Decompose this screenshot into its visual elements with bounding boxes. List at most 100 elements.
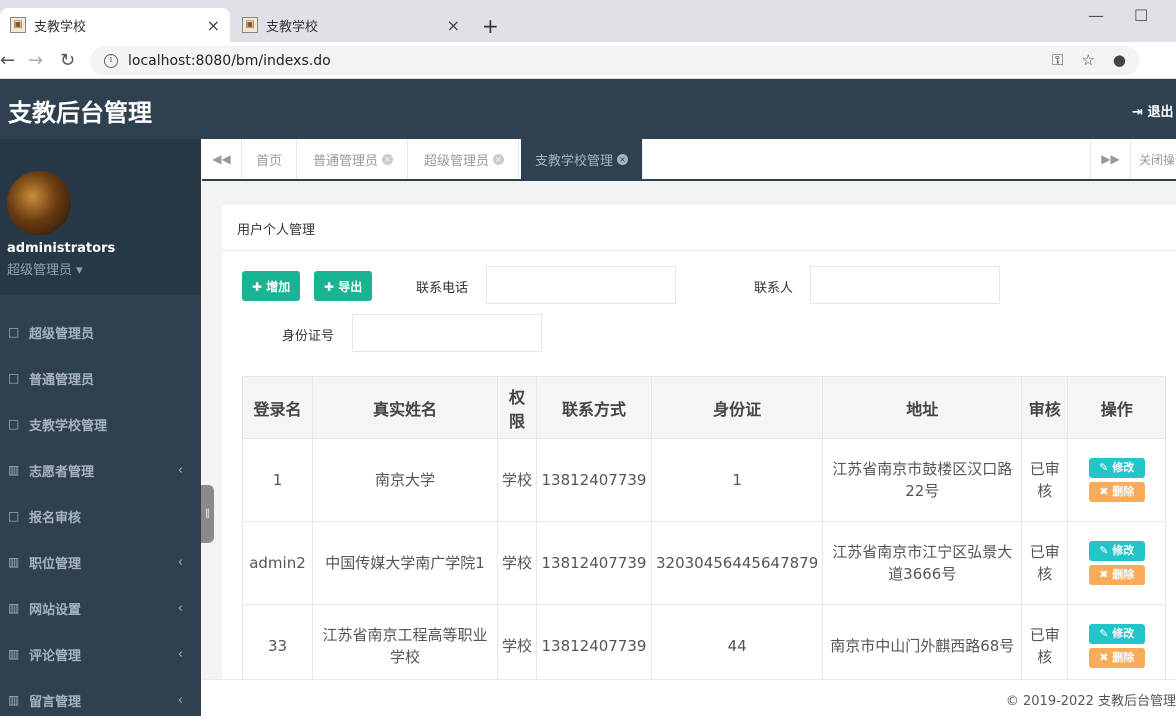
add-button[interactable]: ✚ 增加 bbox=[242, 271, 301, 301]
new-tab-button[interactable]: + bbox=[482, 14, 499, 38]
phone-filter-label: 联系电话 bbox=[416, 281, 469, 296]
sidebar-item-registration-review[interactable]: □ 报名审核 bbox=[0, 493, 201, 539]
site-info-icon[interactable]: i bbox=[104, 53, 118, 68]
account-icon[interactable]: ● bbox=[1113, 51, 1126, 69]
url-field[interactable]: i localhost:8080/bm/indexs.do ⚿ ☆ ● bbox=[90, 46, 1140, 75]
tab-normal-admin[interactable]: 普通管理员 × bbox=[299, 139, 409, 179]
tab-home[interactable]: 首页 bbox=[242, 139, 298, 179]
avatar[interactable] bbox=[7, 171, 71, 235]
column-header[interactable]: 审核 bbox=[1021, 376, 1069, 439]
tab-label: 首页 bbox=[256, 153, 283, 169]
delete-button[interactable]: ✖ 删除 bbox=[1088, 565, 1145, 585]
sidebar-item-label: 网站设置 bbox=[29, 602, 82, 618]
sidebar: administrators 超级管理员 ▾ □ 超级管理员 □ 普通管理员 □… bbox=[0, 139, 201, 716]
app-header: 支教后台管理 ⇥ 退出 bbox=[0, 79, 1176, 139]
school-table: 登录名 真实姓名 权限 联系方式 身份证 地址 审核 操作 1 南京大学 学校 … bbox=[242, 376, 1167, 688]
sidebar-item-label: 留言管理 bbox=[29, 694, 82, 710]
edit-button[interactable]: ✎ 修改 bbox=[1088, 541, 1145, 561]
role-cell: 学校 bbox=[497, 438, 537, 522]
bar-chart-icon: ▥ bbox=[8, 463, 20, 477]
key-icon[interactable]: ⚿ bbox=[1052, 51, 1063, 69]
idcard-filter-input[interactable] bbox=[352, 314, 542, 352]
sidebar-item-normal-admin[interactable]: □ 普通管理员 bbox=[0, 355, 201, 401]
actions-cell: ✎ 修改 ✖ 删除 bbox=[1067, 604, 1167, 688]
login-cell: admin2 bbox=[242, 521, 313, 605]
url-text: localhost:8080/bm/indexs.do bbox=[128, 52, 331, 69]
sidebar-collapse-handle[interactable]: ‖ bbox=[201, 485, 214, 543]
sidebar-item-comment-management[interactable]: ▥ 评论管理 ‹ bbox=[0, 631, 201, 677]
reload-icon[interactable]: ↻ bbox=[60, 50, 75, 71]
close-tab-icon[interactable]: × bbox=[617, 153, 629, 165]
tab-label: 支教学校管理 bbox=[535, 153, 614, 169]
close-tab-icon[interactable]: × bbox=[447, 16, 460, 35]
footer-copyright: © 2019-2022 支教后台管理 bbox=[1005, 694, 1176, 709]
close-tab-icon[interactable]: × bbox=[207, 16, 220, 35]
edit-button[interactable]: ✎ 修改 bbox=[1088, 624, 1145, 644]
tabs-scroll-right-button[interactable]: ▶▶ bbox=[1090, 139, 1130, 179]
logout-label: 退出 bbox=[1147, 105, 1174, 120]
sidebar-item-label: 支教学校管理 bbox=[29, 418, 108, 434]
content-tab-bar: ◀◀ 首页 普通管理员 × 超级管理员 × 支教学校管理 × ▶▶ 关闭操作 bbox=[202, 139, 1176, 181]
delete-button[interactable]: ✖ 删除 bbox=[1088, 648, 1145, 668]
table-row: admin2 中国传媒大学南广学院1 学校 13812407739 320304… bbox=[242, 521, 1167, 605]
logout-button[interactable]: ⇥ 退出 bbox=[1132, 101, 1173, 120]
name-cell: 中国传媒大学南广学院1 bbox=[312, 521, 498, 605]
column-header[interactable]: 登录名 bbox=[242, 376, 313, 439]
close-operations-menu[interactable]: 关闭操作 bbox=[1130, 139, 1176, 179]
sidebar-item-super-admin[interactable]: □ 超级管理员 bbox=[0, 309, 201, 355]
phone-cell: 13812407739 bbox=[536, 438, 652, 522]
forward-icon[interactable]: → bbox=[28, 50, 43, 71]
tab-label: 超级管理员 bbox=[424, 153, 490, 169]
actions-cell: ✎ 修改 ✖ 删除 bbox=[1067, 438, 1167, 522]
export-button[interactable]: ✚ 导出 bbox=[314, 271, 373, 301]
bar-chart-icon: ▥ bbox=[8, 647, 20, 661]
sidebar-item-school-management[interactable]: □ 支教学校管理 bbox=[0, 401, 201, 447]
double-chevron-right-icon: ▶▶ bbox=[1101, 152, 1120, 166]
column-header[interactable]: 真实姓名 bbox=[312, 376, 498, 439]
close-tab-icon[interactable]: × bbox=[493, 153, 505, 165]
user-role-dropdown[interactable]: 超级管理员 ▾ bbox=[7, 259, 83, 278]
delete-button[interactable]: ✖ 删除 bbox=[1088, 482, 1145, 502]
bar-chart-icon: ▥ bbox=[8, 601, 20, 615]
user-name: administrators bbox=[7, 241, 116, 256]
window-icon: □ bbox=[8, 417, 20, 431]
browser-tab-title: 支教学校 bbox=[34, 19, 87, 35]
browser-tab-1[interactable]: ▣ 支教学校 × bbox=[0, 8, 230, 42]
role-cell: 学校 bbox=[497, 521, 537, 605]
name-cell: 江苏省南京工程高等职业学校 bbox=[312, 604, 498, 688]
close-tab-icon[interactable]: × bbox=[382, 153, 394, 165]
contact-filter-input[interactable] bbox=[810, 266, 1000, 304]
chevron-left-icon: ‹ bbox=[177, 462, 183, 478]
bar-chart-icon: ▥ bbox=[8, 693, 20, 707]
sidebar-item-volunteer-management[interactable]: ▥ 志愿者管理 ‹ bbox=[0, 447, 201, 493]
footer: © 2019-2022 支教后台管理 bbox=[202, 679, 1176, 716]
sidebar-item-site-settings[interactable]: ▥ 网站设置 ‹ bbox=[0, 585, 201, 631]
idcard-cell: 32030456445647879 bbox=[650, 521, 824, 605]
tab-super-admin[interactable]: 超级管理员 × bbox=[410, 139, 520, 179]
table-header-row: 登录名 真实姓名 权限 联系方式 身份证 地址 审核 操作 bbox=[242, 376, 1167, 439]
tabs-scroll-left-button[interactable]: ◀◀ bbox=[202, 139, 242, 179]
address-cell: 江苏省南京市江宁区弘景大道3666号 bbox=[822, 521, 1023, 605]
app-title: 支教后台管理 bbox=[8, 99, 152, 127]
tab-school-management[interactable]: 支教学校管理 × bbox=[521, 139, 644, 179]
window-icon: □ bbox=[8, 325, 20, 339]
browser-tab-2[interactable]: ▣ 支教学校 × bbox=[232, 8, 470, 42]
sidebar-item-label: 超级管理员 bbox=[29, 326, 95, 342]
phone-filter-input[interactable] bbox=[486, 266, 676, 304]
sidebar-item-label: 普通管理员 bbox=[29, 372, 95, 388]
chevron-left-icon: ‹ bbox=[177, 692, 183, 708]
column-header[interactable]: 权限 bbox=[497, 376, 537, 439]
maximize-icon[interactable]: ☐ bbox=[1134, 6, 1148, 25]
edit-button[interactable]: ✎ 修改 bbox=[1088, 458, 1145, 478]
column-header[interactable]: 地址 bbox=[822, 376, 1023, 439]
browser-tabstrip: ▣ 支教学校 × ▣ 支教学校 × + — ☐ bbox=[0, 0, 1176, 42]
bookmark-star-icon[interactable]: ☆ bbox=[1081, 51, 1094, 69]
sidebar-item-message-management[interactable]: ▥ 留言管理 ‹ bbox=[0, 677, 201, 723]
sidebar-item-position-management[interactable]: ▥ 职位管理 ‹ bbox=[0, 539, 201, 585]
back-icon[interactable]: ← bbox=[0, 50, 15, 71]
column-header[interactable]: 联系方式 bbox=[536, 376, 652, 439]
audit-cell: 已审核 bbox=[1021, 438, 1069, 522]
column-header[interactable]: 身份证 bbox=[650, 376, 824, 439]
minimize-icon[interactable]: — bbox=[1088, 6, 1104, 25]
phone-cell: 13812407739 bbox=[536, 604, 652, 688]
